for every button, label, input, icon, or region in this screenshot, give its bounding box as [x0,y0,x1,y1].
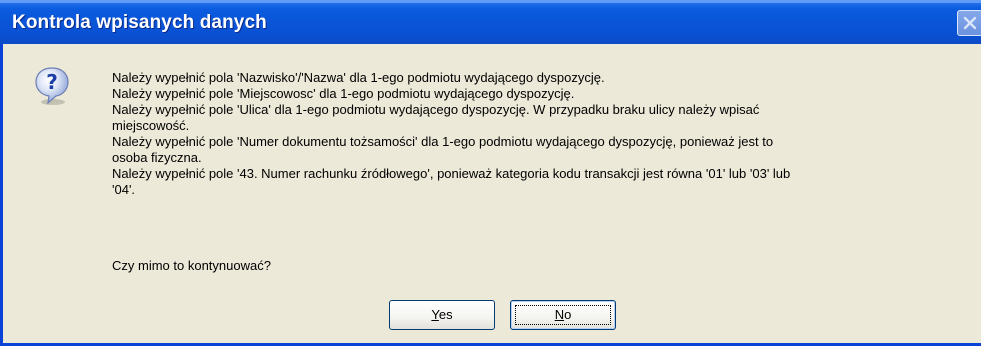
no-button[interactable]: No [510,300,616,330]
title-bar[interactable]: Kontrola wpisanych danych [0,0,981,44]
yes-button-label: Yes [431,307,453,322]
message-line: Należy wypełnić pole '43. Numer rachunku… [112,166,791,181]
close-icon [963,16,977,30]
message-line: miejscowość. [112,118,190,133]
dialog-window: Kontrola wpisanych danych ? Należy wypeł… [0,0,981,346]
question-icon: ? [34,66,70,106]
svg-text:?: ? [46,70,58,94]
message-line: osoba fizyczna. [112,150,202,165]
message-line: '04'. [112,182,136,197]
message-line: Należy wypełnić pole 'Ulica' dla 1-ego p… [112,102,760,117]
yes-button[interactable]: Yes [389,300,495,330]
message-line: Należy wypełnić pola 'Nazwisko'/'Nazwa' … [112,70,605,85]
no-button-label: No [554,307,572,322]
message-line: Należy wypełnić pole 'Miejscowosc' dla 1… [112,86,575,101]
message-text: Należy wypełnić pola 'Nazwisko'/'Nazwa' … [112,70,978,198]
close-button[interactable] [957,10,981,36]
message-line: Należy wypełnić pole 'Numer dokumentu to… [112,134,774,149]
confirmation-question: Czy mimo to kontynuować? [112,258,271,273]
window-title: Kontrola wpisanych danych [12,12,267,33]
